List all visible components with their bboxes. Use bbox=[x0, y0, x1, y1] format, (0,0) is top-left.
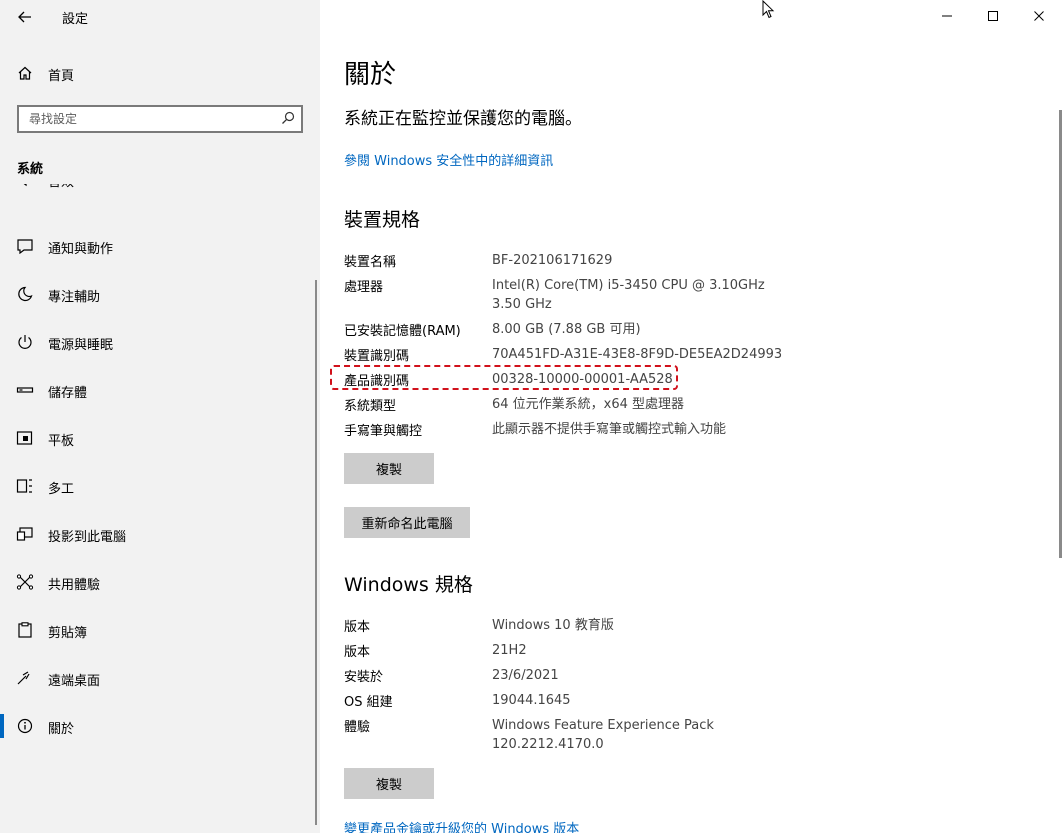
back-arrow-icon bbox=[18, 11, 31, 23]
sidebar-item-sound[interactable]: 音效 bbox=[0, 184, 316, 199]
sidebar-item-tablet[interactable]: 平板 bbox=[0, 418, 316, 458]
sidebar-item-home[interactable]: 首頁 bbox=[0, 58, 320, 88]
search-icon[interactable] bbox=[281, 111, 295, 125]
security-details-link[interactable]: 參閱 Windows 安全性中的詳細資訊 bbox=[344, 150, 553, 169]
spec-key: 裝置識別碼 bbox=[344, 349, 410, 364]
spec-key: 手寫筆與觸控 bbox=[344, 424, 423, 439]
sidebar-item-remote-desktop[interactable]: 遠端桌面 bbox=[0, 658, 316, 698]
sidebar-item-label: 儲存體 bbox=[48, 386, 88, 401]
sidebar-item-label: 平板 bbox=[48, 434, 75, 449]
app-title: 設定 bbox=[62, 12, 89, 27]
product-id-highlight bbox=[330, 365, 678, 390]
spec-value: 23/6/2021 bbox=[492, 668, 559, 683]
spec-value: BF-202106171629 bbox=[492, 253, 613, 268]
sidebar-item-clipboard[interactable]: 剪貼簿 bbox=[0, 610, 316, 650]
sidebar-nav-list: 音效 通知與動作 專注輔助 電源與睡眠 儲存體 平板 多工 投影 bbox=[0, 184, 320, 833]
speaker-icon bbox=[23, 184, 27, 187]
sidebar-item-label: 遠端桌面 bbox=[48, 674, 101, 689]
shared-icon bbox=[16, 574, 34, 590]
sidebar-item-shared-experiences[interactable]: 共用體驗 bbox=[0, 562, 316, 602]
copy-windows-specs-button[interactable]: 複製 bbox=[344, 768, 434, 799]
sidebar-item-label: 音效 bbox=[48, 184, 74, 190]
back-button[interactable] bbox=[14, 6, 36, 28]
sidebar-scrollbar[interactable] bbox=[315, 280, 317, 825]
spec-value: 此顯示器不提供手寫筆或觸控式輸入功能 bbox=[492, 422, 727, 437]
spec-value: 8.00 GB (7.88 GB 可用) bbox=[492, 322, 641, 337]
search-box[interactable] bbox=[17, 105, 303, 133]
spec-value: Intel(R) Core(TM) i5-3450 CPU @ 3.10GHz … bbox=[492, 278, 778, 312]
sidebar-item-label: 通知與動作 bbox=[48, 242, 114, 257]
spec-value: 19044.1645 bbox=[492, 693, 571, 708]
copy-device-specs-button[interactable]: 複製 bbox=[344, 453, 434, 484]
page-title: 關於 bbox=[344, 60, 397, 90]
spec-value: Windows 10 教育版 bbox=[492, 618, 614, 633]
sidebar-item-about[interactable]: 關於 bbox=[0, 706, 316, 746]
sidebar: 設定 首頁 系統 音效 通知與動作 專注輔助 電源與睡眠 儲存體 bbox=[0, 0, 320, 833]
spec-key: 裝置名稱 bbox=[344, 255, 397, 270]
sidebar-item-notifications[interactable]: 通知與動作 bbox=[0, 226, 316, 266]
spec-key: 體驗 bbox=[344, 720, 371, 735]
rename-pc-button[interactable]: 重新命名此電腦 bbox=[344, 507, 470, 538]
device-specs-heading: 裝置規格 bbox=[344, 209, 421, 231]
section-label-system: 系統 bbox=[17, 162, 44, 177]
storage-icon bbox=[16, 387, 34, 393]
search-input[interactable] bbox=[19, 107, 269, 131]
sidebar-item-label: 首頁 bbox=[48, 69, 75, 84]
spec-key: 安裝於 bbox=[344, 670, 384, 685]
spec-key: 系統類型 bbox=[344, 399, 397, 414]
sidebar-item-label: 多工 bbox=[48, 482, 75, 497]
security-status-text: 系統正在監控並保護您的電腦。 bbox=[344, 109, 582, 129]
moon-icon bbox=[18, 286, 33, 302]
spec-key: 版本 bbox=[344, 645, 371, 660]
spec-value: 21H2 bbox=[492, 643, 527, 658]
spec-value: 64 位元作業系統，x64 型處理器 bbox=[492, 397, 685, 412]
info-icon bbox=[17, 718, 33, 734]
spec-value: Windows Feature Experience Pack 120.2212… bbox=[492, 718, 714, 752]
spec-key: 處理器 bbox=[344, 280, 384, 295]
spec-key: 版本 bbox=[344, 620, 371, 635]
sidebar-item-label: 剪貼簿 bbox=[48, 626, 88, 641]
main-content: 關於 系統正在監控並保護您的電腦。 參閱 Windows 安全性中的詳細資訊 裝… bbox=[320, 0, 1062, 833]
notification-icon bbox=[17, 239, 33, 254]
multitasking-icon bbox=[16, 479, 32, 493]
remote-desktop-icon bbox=[17, 671, 30, 685]
sidebar-item-focus-assist[interactable]: 專注輔助 bbox=[0, 274, 316, 314]
sidebar-item-label: 關於 bbox=[48, 722, 75, 737]
sidebar-item-label: 共用體驗 bbox=[48, 578, 101, 593]
spec-key: OS 組建 bbox=[344, 695, 393, 710]
windows-specs-heading: Windows 規格 bbox=[344, 574, 473, 596]
spec-value: 70A451FD-A31E-43E8-8F9D-DE5EA2D24993 bbox=[492, 347, 783, 362]
spec-key: 已安裝記憶體(RAM) bbox=[344, 324, 461, 339]
change-product-key-link[interactable]: 變更產品金鑰或升級您的 Windows 版本 bbox=[344, 818, 579, 833]
sidebar-item-multitasking[interactable]: 多工 bbox=[0, 466, 316, 506]
active-indicator bbox=[0, 714, 4, 738]
sidebar-item-power[interactable]: 電源與睡眠 bbox=[0, 322, 316, 362]
tablet-icon bbox=[16, 431, 33, 445]
sidebar-item-storage[interactable]: 儲存體 bbox=[0, 370, 316, 410]
sidebar-item-label: 電源與睡眠 bbox=[48, 338, 114, 353]
sidebar-item-label: 專注輔助 bbox=[48, 290, 101, 305]
power-icon bbox=[18, 335, 32, 349]
home-icon bbox=[18, 66, 32, 80]
sidebar-item-projecting[interactable]: 投影到此電腦 bbox=[0, 514, 316, 554]
projecting-icon bbox=[16, 527, 33, 541]
sidebar-item-label: 投影到此電腦 bbox=[48, 530, 127, 545]
clipboard-icon bbox=[18, 622, 32, 638]
